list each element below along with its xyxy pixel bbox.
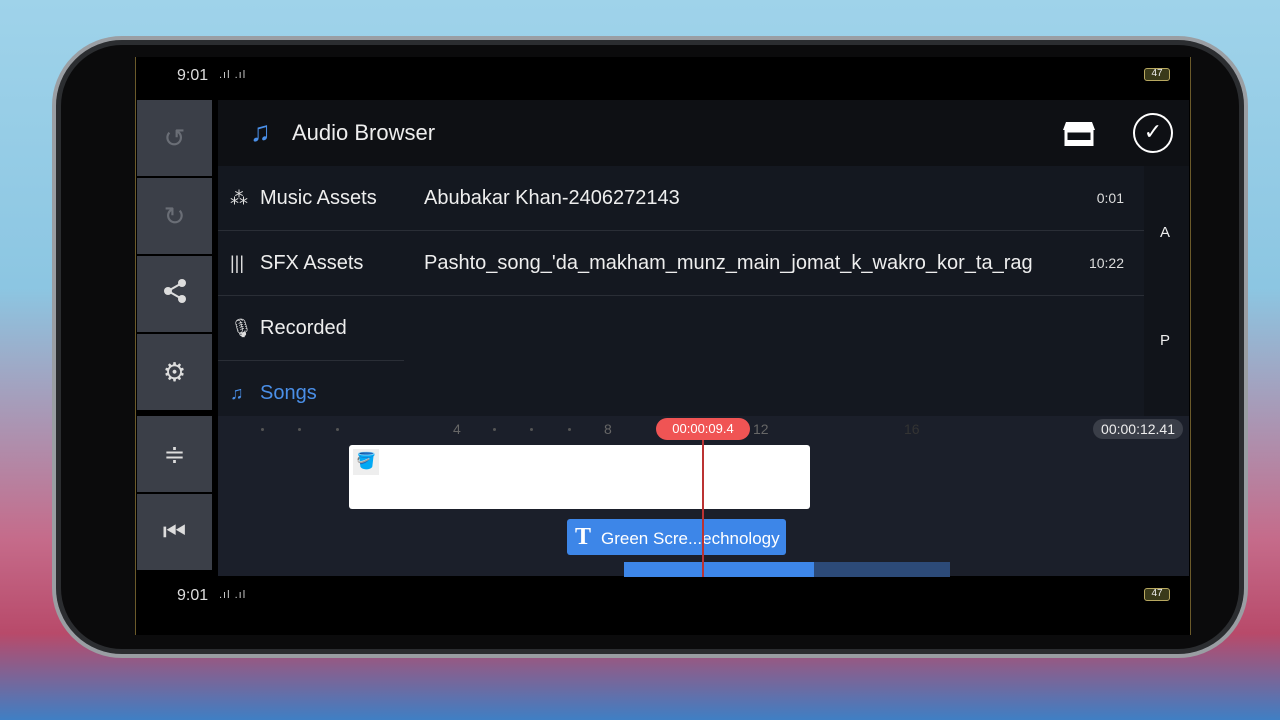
tick-label: 12 <box>753 421 769 437</box>
status-bar: 9:01 .ıl .ıl 47 <box>136 57 1190 97</box>
redo-button[interactable]: ↻ <box>137 178 212 254</box>
split-button[interactable]: ≑ <box>137 416 212 492</box>
video-clip[interactable]: 🪣 <box>349 445 810 509</box>
settings-button[interactable]: ⚙ <box>137 334 212 410</box>
confirm-button[interactable]: ✓ <box>1133 113 1173 153</box>
waveform-icon: ||| <box>230 252 245 273</box>
file-duration: 0:01 <box>1096 190 1124 206</box>
list-item[interactable]: Abubakar Khan-2406272143 0:01 <box>404 166 1144 231</box>
tick-dot <box>336 428 339 431</box>
gear-icon: ⚙ <box>162 356 187 387</box>
music-assets-icon: ⁂ <box>230 187 248 208</box>
music-note-icon: ♫ <box>230 383 244 403</box>
battery-icon: 47 <box>1144 68 1170 81</box>
tick-label: 16 <box>904 421 920 437</box>
file-duration: 10:22 <box>1088 255 1124 271</box>
page-title: Audio Browser <box>292 120 436 145</box>
tick-dot <box>530 428 533 431</box>
category-label: Recorded <box>260 316 347 339</box>
category-label: Music Assets <box>260 186 377 209</box>
index-letter[interactable]: A <box>1160 224 1170 241</box>
category-label: SFX Assets <box>260 251 364 274</box>
file-name: Abubakar Khan-2406272143 <box>424 186 680 209</box>
text-clip-label: Green Scre...echnology <box>601 529 780 548</box>
app-screen: 9:01 .ıl .ıl 47 ↺ ↻ ⚙ ≑ ⏮ ♫ Audio Browse… <box>135 57 1191 635</box>
skip-start-icon: ⏮ <box>162 516 187 546</box>
category-list: ⁂ Music Assets ||| SFX Assets 🎙 Recorded ♫ S… <box>218 166 404 416</box>
file-name: Pashto_song_'da_makham_munz_main_jomat_k… <box>424 251 1033 274</box>
category-music-assets[interactable]: ⁂ Music Assets <box>218 166 404 231</box>
redo-icon: ↻ <box>163 200 186 231</box>
category-label: Songs <box>260 382 317 404</box>
status-bar-duplicate: 9:01 .ıl .ıl 47 <box>136 577 1190 617</box>
signal-icon: .ıl .ıl <box>219 589 247 601</box>
file-list: Abubakar Khan-2406272143 0:01 Pashto_song… <box>404 166 1144 416</box>
category-sfx-assets[interactable]: ||| SFX Assets <box>218 231 404 296</box>
microphone-icon: 🎙 <box>230 317 253 338</box>
undo-icon: ↺ <box>163 122 186 153</box>
playhead[interactable] <box>702 438 704 578</box>
share-button[interactable] <box>137 256 212 332</box>
share-icon <box>162 278 188 311</box>
tick-dot <box>261 428 264 431</box>
playhead-time: 00:00:09.4 <box>656 418 750 440</box>
music-note-icon: ♫ <box>250 116 271 147</box>
paint-bucket-icon: 🪣 <box>353 449 379 475</box>
tick-dot <box>493 428 496 431</box>
undo-button[interactable]: ↺ <box>137 100 212 176</box>
status-time: 9:01 <box>177 67 209 84</box>
status-time: 9:01 <box>177 587 209 604</box>
skip-start-button[interactable]: ⏮ <box>137 494 212 570</box>
tick-label: 8 <box>604 421 612 437</box>
total-duration: 00:00:12.41 <box>1093 419 1183 439</box>
list-item[interactable]: Pashto_song_'da_makham_munz_main_jomat_k… <box>404 231 1144 296</box>
store-icon[interactable] <box>1063 120 1095 146</box>
tick-dot <box>298 428 301 431</box>
text-clip[interactable]: T Green Scre...echnology <box>567 519 786 555</box>
split-icon: ≑ <box>163 438 186 469</box>
index-letter[interactable]: P <box>1160 332 1170 349</box>
battery-icon: 47 <box>1144 588 1170 601</box>
timeline[interactable]: 4 8 12 16 🪣 T Green Scre...echnology 00:0… <box>218 416 1189 582</box>
tick-dot <box>568 428 571 431</box>
signal-icon: .ıl .ıl <box>219 69 247 81</box>
category-recorded[interactable]: 🎙 Recorded <box>218 296 404 361</box>
text-icon: T <box>575 524 592 550</box>
tick-label: 4 <box>453 421 461 437</box>
audio-browser-header: ♫ Audio Browser ✓ <box>218 100 1189 166</box>
alphabet-index[interactable]: A P <box>1144 166 1189 416</box>
